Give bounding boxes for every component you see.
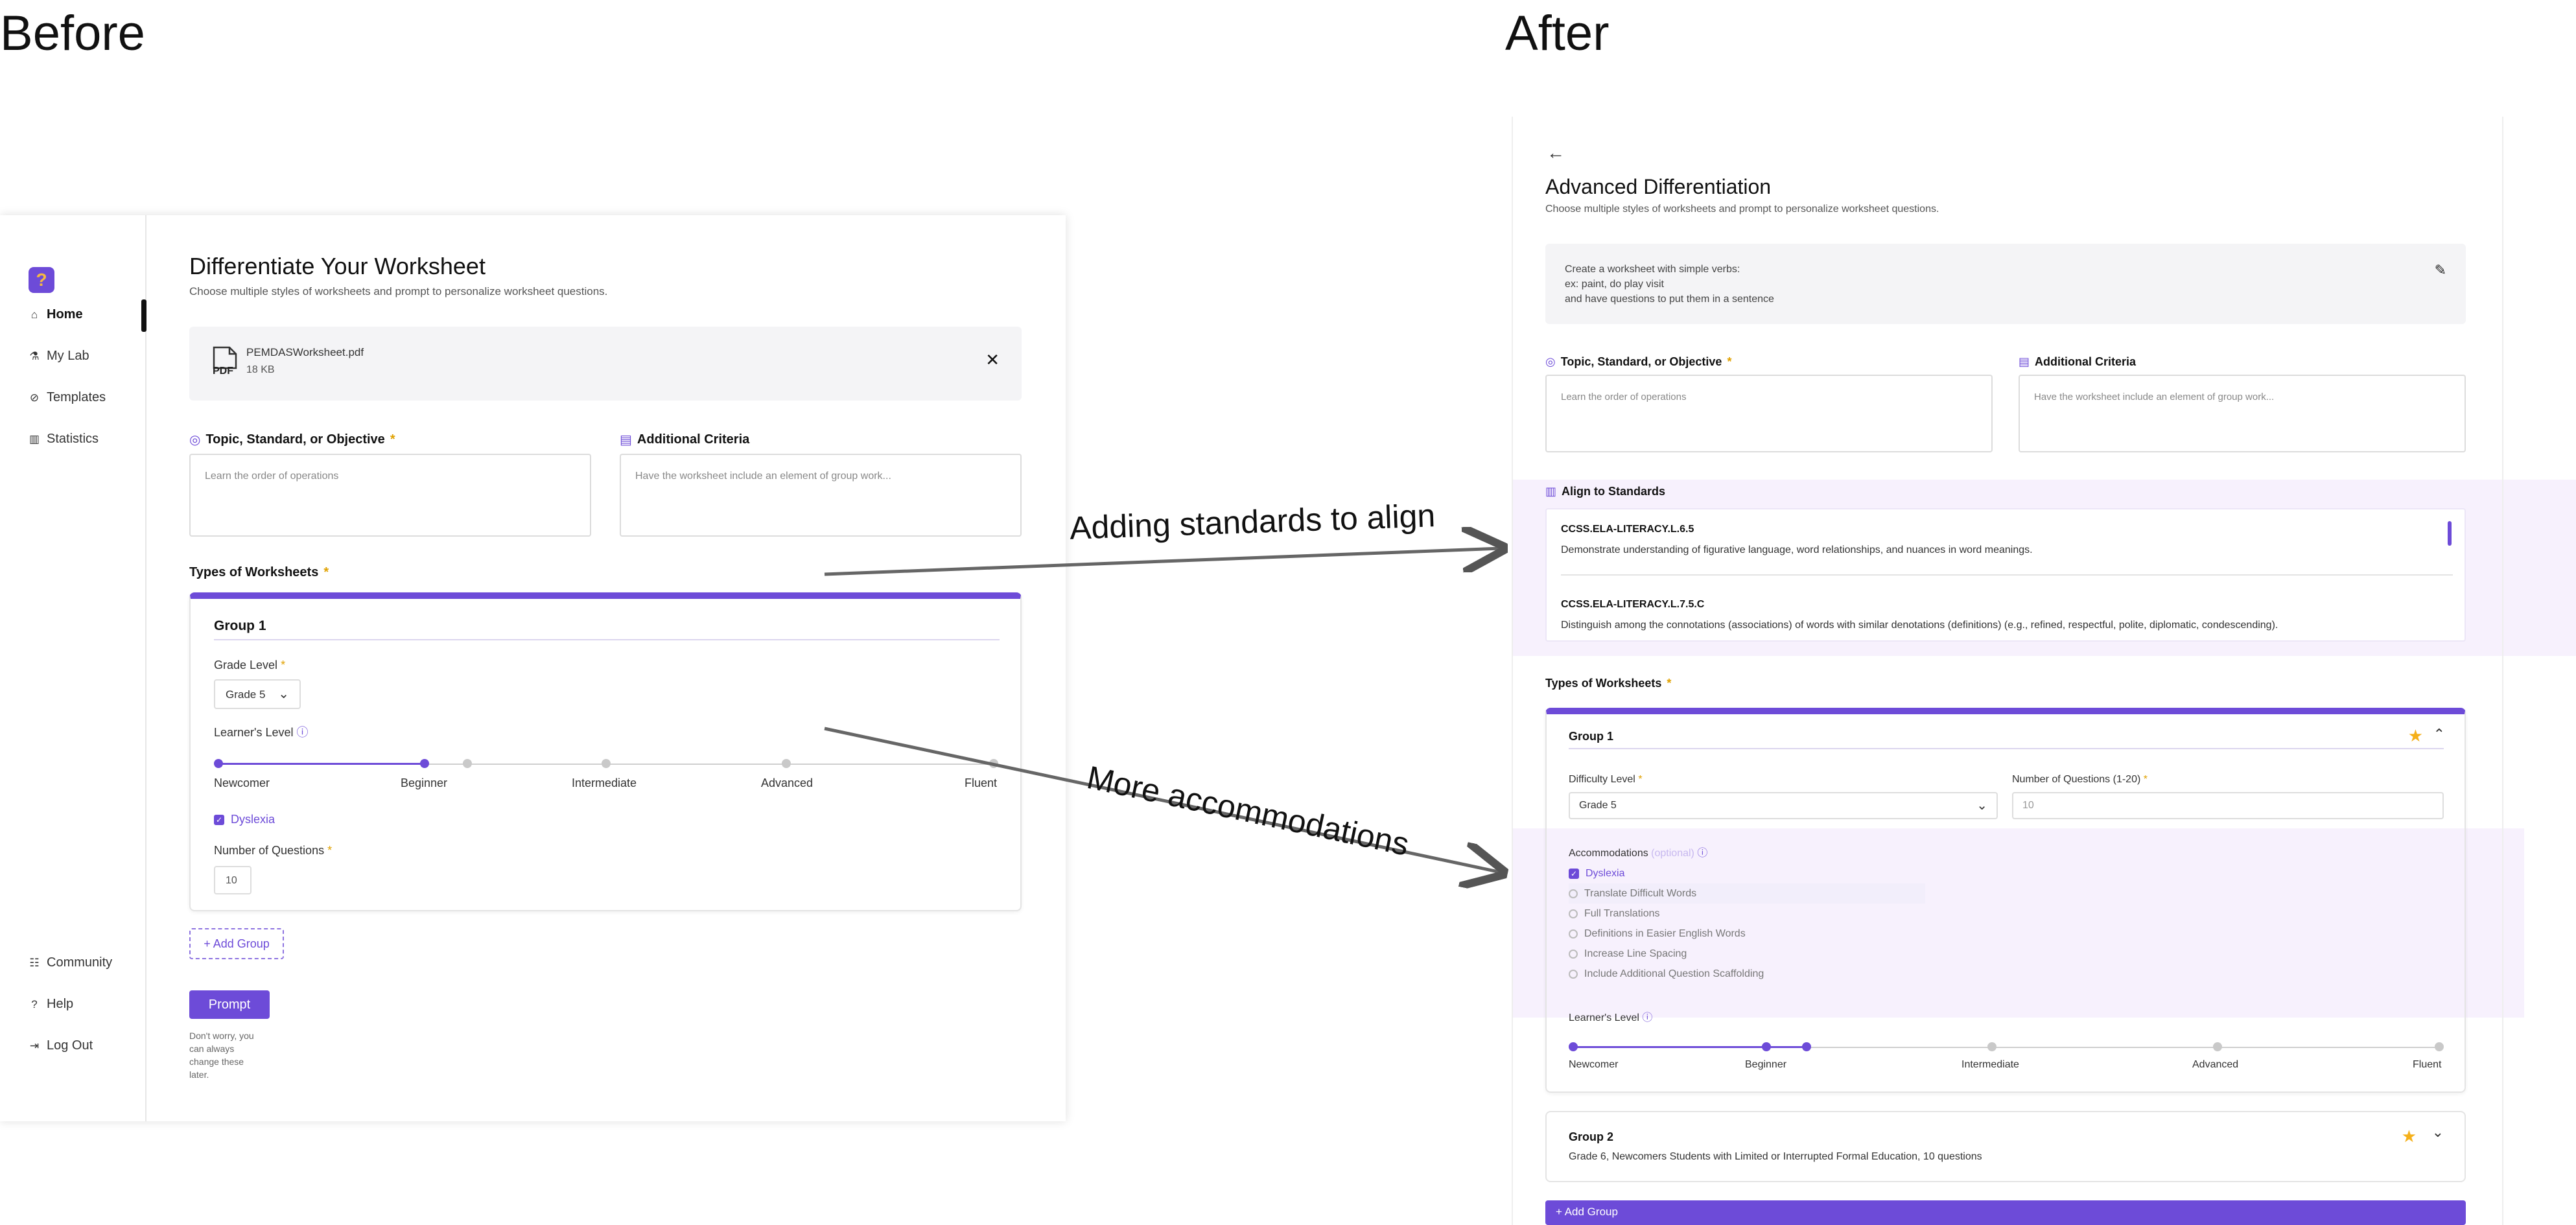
group-title: Group 2 [1569,1130,1614,1143]
standards-icon: ▥ [1545,485,1557,498]
level-label: Intermediate [1961,1059,2019,1070]
standard-desc: Demonstrate understanding of figurative … [1561,544,2033,555]
align-standards-label: ▥ Align to Standards [1545,485,1666,498]
difficulty-select[interactable]: Grade 5 ⌄ [1569,792,1998,819]
questions-input[interactable]: 10 [2012,792,2444,819]
divider [1561,574,2453,576]
level-dot-newcomer[interactable] [1569,1042,1578,1051]
difficulty-label: Difficulty Level * [1569,774,1643,785]
questions-label: Number of Questions (1-20) * [2012,774,2148,785]
star-icon[interactable]: ★ [2402,1126,2417,1147]
document-icon: ▤ [2019,355,2030,368]
accommodations-list: ✓ Dyslexia Translate Difficult Words Full… [1569,863,1925,984]
group-2-card[interactable]: Group 2 Grade 6, Newcomers Students with… [1545,1111,2466,1182]
level-dot-selected[interactable] [1802,1042,1811,1051]
page-title: Advanced Differentiation [1545,175,1772,198]
standard-desc: Distinguish among the connotations (asso… [1561,620,2278,631]
topic-input[interactable]: Learn the order of operations [1545,375,1993,452]
group-summary: Grade 6, Newcomers Students with Limited… [1569,1151,1982,1162]
back-arrow-icon[interactable]: ← [1547,143,1565,163]
edit-icon[interactable]: ✎ [2435,262,2446,279]
accommodation-dyslexia[interactable]: ✓ Dyslexia [1569,863,1925,883]
target-icon: ◎ [1545,355,1556,368]
types-of-worksheets-label: Types of Worksheets * [1545,677,1672,690]
level-dot-intermediate[interactable] [1987,1042,1996,1051]
radio-icon [1569,929,1578,939]
checkmark-icon: ✓ [1569,868,1579,879]
level-label: Advanced [2192,1059,2239,1070]
topic-label: ◎ Topic, Standard, or Objective * [1545,355,1732,368]
group-1-card: Group 1 ★ ⌃ Difficulty Level * Grade 5 ⌄ … [1545,708,2466,1093]
accommodation-definitions[interactable]: Definitions in Easier English Words [1569,924,1925,944]
info-icon: ⓘ [1642,1012,1653,1023]
scrollbar[interactable] [2448,521,2452,546]
star-icon[interactable]: ★ [2408,726,2423,746]
level-label: Fluent [2413,1059,2442,1070]
after-window: ← Advanced Differentiation Choose multip… [1512,117,2503,1225]
accommodation-full-translations[interactable]: Full Translations [1569,904,1925,924]
chevron-down-icon: ⌄ [1976,799,1987,813]
learners-level-label: Learner's Level ⓘ [1569,1012,1653,1023]
standard-code: CCSS.ELA-LITERACY.L.7.5.C [1561,599,1705,610]
accommodations-label: Accommodations (optional) ⓘ [1569,848,1708,859]
level-dot-advanced[interactable] [2213,1042,2222,1051]
level-dot-fluent[interactable] [2435,1042,2444,1051]
level-label: Newcomer [1569,1059,1619,1070]
radio-icon [1569,909,1578,918]
level-label: Beginner [1745,1059,1787,1070]
prompt-text: Create a worksheet with simple verbs: ex… [1565,264,1774,305]
group-title-underline [1569,748,2444,749]
accommodation-line-spacing[interactable]: Increase Line Spacing [1569,944,1925,964]
standard-code: CCSS.ELA-LITERACY.L.6.5 [1561,524,1694,535]
standards-list[interactable]: CCSS.ELA-LITERACY.L.6.5 Demonstrate unde… [1545,508,2466,642]
radio-icon [1569,969,1578,979]
criteria-label: ▤ Additional Criteria [2019,355,2137,368]
standards-arrow [824,548,1501,576]
accommodation-translate-difficult-words[interactable]: Translate Difficult Words [1569,883,1925,904]
radio-icon [1569,889,1578,898]
accommodation-scaffolding[interactable]: Include Additional Question Scaffolding [1569,964,1925,984]
add-group-button[interactable]: + Add Group [1545,1200,2466,1225]
level-dot-beginner[interactable] [1762,1042,1771,1051]
page-subtitle: Choose multiple styles of worksheets and… [1545,204,1939,215]
chevron-down-icon[interactable]: ⌄ [2432,1124,2444,1141]
criteria-input[interactable]: Have the worksheet include an element of… [2019,375,2466,452]
chevron-up-icon[interactable]: ⌃ [2433,726,2445,743]
info-icon: ⓘ [1697,848,1708,859]
level-slider-fill [1574,1046,1807,1048]
prompt-card: Create a worksheet with simple verbs: ex… [1545,244,2466,324]
group-title: Group 1 [1569,730,1614,743]
radio-icon [1569,949,1578,959]
